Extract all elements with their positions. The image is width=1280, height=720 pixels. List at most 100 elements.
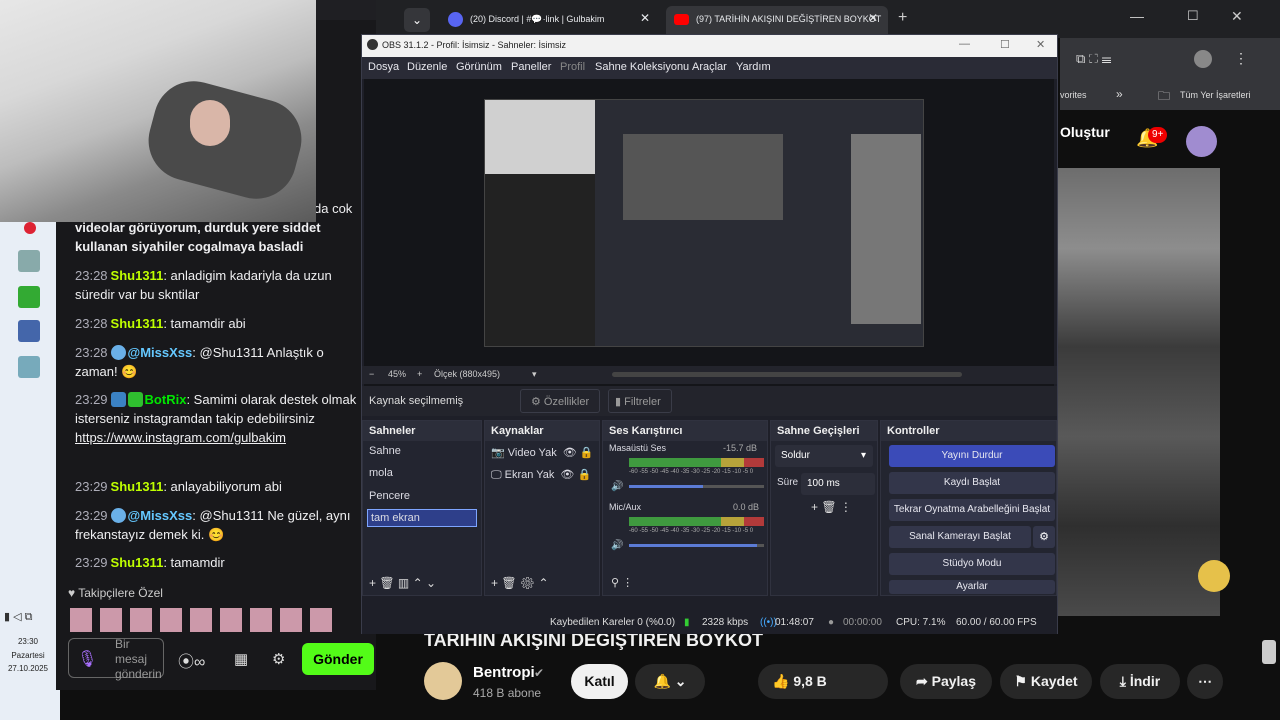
settings-icon[interactable]: ⚙	[272, 650, 285, 668]
send-button[interactable]: Gönder	[302, 643, 374, 675]
mic-speaker-icon[interactable]: 🔊	[611, 540, 623, 551]
instagram-link[interactable]: https://www.instagram.com/gulbakim	[75, 430, 286, 445]
minimize-icon[interactable]: —	[959, 38, 970, 50]
obs-preview[interactable]	[364, 79, 1054, 404]
chat-message: 23:29 @MissXss: @Shu1311 Ne güzel, aynı f…	[75, 508, 351, 542]
share-button[interactable]: ➦ Paylaş	[900, 664, 992, 699]
bookmark-item[interactable]: vorites	[1060, 90, 1087, 100]
app-icon-disk[interactable]	[18, 356, 40, 378]
source-item[interactable]: 📷 Video Yak 👁 🔒	[491, 446, 593, 459]
source-toolbar-icons[interactable]: + 🗑 ⚙ ⌃	[491, 576, 549, 590]
menu-scene-collection[interactable]: Sahne Koleksiyonu	[595, 61, 689, 73]
menu-tools[interactable]: Araçlar	[692, 61, 727, 73]
bookmarks-bar: vorites » 🗀 Tüm Yer İşaretleri	[1060, 80, 1280, 110]
mixer-toolbar-icons[interactable]: ⚲ ⋮	[611, 576, 633, 589]
start-recording-button[interactable]: Kaydı Başlat	[889, 472, 1055, 494]
app-icon-notes[interactable]	[18, 250, 40, 272]
eye-icon[interactable]: 👁	[563, 447, 577, 459]
store-icon[interactable]: ▦	[234, 650, 248, 668]
lock-icon[interactable]: 🔒	[580, 447, 594, 459]
side-icon[interactable]	[1262, 640, 1276, 664]
all-bookmarks[interactable]: Tüm Yer İşaretleri	[1180, 90, 1251, 100]
chat-message-overflow: da cok	[314, 201, 353, 216]
filters-button[interactable]: ▮ Filtreler	[608, 389, 672, 413]
meter-scale: -60 -55 -50 -45 -40 -35 -30 -25 -20 -15 …	[629, 469, 754, 475]
source-item[interactable]: 🖵 Ekran Yak 👁 🔒	[491, 468, 591, 482]
minimize-icon[interactable]: —	[1130, 8, 1144, 24]
download-button[interactable]: ⤓ İndir	[1100, 664, 1180, 699]
close-icon[interactable]: ✕	[640, 11, 650, 25]
new-tab-icon[interactable]: +	[898, 9, 907, 27]
like-icon: 👍	[772, 673, 794, 689]
zoom-in-icon[interactable]: +	[417, 369, 422, 379]
obs-titlebar: OBS 31.1.2 - Profil: İsimsiz - Sahneler:…	[362, 35, 1057, 57]
preview-capture	[484, 99, 924, 347]
app-icon-red[interactable]	[24, 222, 36, 234]
menu-help[interactable]: Yardım	[736, 61, 771, 73]
scene-item[interactable]: mola	[369, 467, 393, 479]
preview-scrollbar[interactable]	[612, 372, 962, 377]
speaker-icon[interactable]: ▮ ◁ ⧉	[4, 610, 32, 624]
virtual-camera-button[interactable]: Sanal Kamerayı Başlat	[889, 526, 1031, 548]
account-avatar[interactable]	[1186, 126, 1217, 157]
menu-icon[interactable]: ⋮	[1234, 50, 1248, 67]
more-actions-button[interactable]: ⋯	[1187, 664, 1223, 699]
gear-icon[interactable]: ⚙	[1033, 526, 1055, 548]
emote-row[interactable]	[70, 608, 340, 632]
menu-view[interactable]: Görünüm	[456, 61, 502, 73]
stop-stream-button[interactable]: Yayını Durdur	[889, 445, 1055, 467]
app-icon-monitor[interactable]	[18, 320, 40, 342]
transition-select[interactable]: Soldur ▾	[775, 445, 873, 467]
extension-icon[interactable]: ⧉ ⛶ ☰	[1076, 51, 1111, 67]
scene-toolbar-icons[interactable]: + 🗑 ▥ ⌃ ⌄	[369, 576, 436, 590]
close-icon[interactable]: ✕	[1036, 38, 1045, 51]
mic-volume-slider[interactable]	[629, 544, 764, 547]
chevron-down-icon[interactable]: ▾	[532, 369, 537, 380]
close-window-icon[interactable]: ✕	[1231, 8, 1243, 25]
desktop-volume-slider[interactable]	[629, 485, 764, 488]
menu-file[interactable]: Dosya	[368, 61, 399, 73]
zoom-out-icon[interactable]: −	[369, 369, 374, 379]
channel-name[interactable]: Bentropi	[473, 664, 535, 681]
menu-profile[interactable]: Profil	[560, 61, 585, 73]
settings-button[interactable]: Ayarlar	[889, 580, 1055, 594]
scene-item-selected[interactable]: tam ekran	[367, 509, 477, 527]
chevron-right-icon[interactable]: »	[1116, 87, 1123, 101]
transition-toolbar-icons[interactable]: + 🗑 ⋮	[811, 500, 852, 514]
scene-item[interactable]: Sahne	[369, 445, 401, 457]
duration-input[interactable]: 100 ms	[801, 473, 875, 495]
mic-icon[interactable]: 🎙	[77, 649, 97, 669]
channel-avatar[interactable]	[424, 662, 462, 700]
create-button[interactable]: Oluştur	[1060, 124, 1110, 140]
zoom-level: 45%	[388, 369, 407, 379]
speaker-icon[interactable]: 🔊	[611, 481, 623, 492]
tab-youtube[interactable]: (97) TARİHİN AKIŞINI DEĞİŞTİREN BOYKOT ✕	[666, 6, 888, 34]
scene-item[interactable]: Pencere	[369, 490, 410, 502]
menu-docks[interactable]: Paneller	[511, 61, 551, 73]
tab-search-icon[interactable]: ⌄	[404, 8, 430, 32]
tab-discord[interactable]: (20) Discord | #💬·link | Gulbakim ✕	[440, 6, 660, 34]
save-button[interactable]: ⚑ Kaydet	[1000, 664, 1092, 699]
notification-badge: 9+	[1148, 127, 1168, 143]
maximize-icon[interactable]: ☐	[1000, 38, 1010, 51]
preview-nested	[623, 134, 783, 220]
followers-only-label: ♥ Takipçilere Özel	[68, 586, 163, 600]
like-button[interactable]: 👍 9,8 B	[758, 664, 888, 699]
close-icon[interactable]: ✕	[868, 11, 878, 25]
menu-edit[interactable]: Düzenle	[407, 61, 447, 73]
maximize-icon[interactable]: ☐	[1187, 8, 1199, 24]
emote-icon[interactable]: ⦿∞	[178, 648, 205, 672]
notify-bell-button[interactable]: 🔔 ⌄	[635, 664, 705, 699]
studio-mode-button[interactable]: Stüdyo Modu	[889, 553, 1055, 575]
eye-icon[interactable]: 👁	[560, 469, 574, 481]
lock-icon[interactable]: 🔒	[577, 469, 591, 481]
replay-buffer-button[interactable]: Tekrar Oynatma Arabelleğini Başlat	[889, 499, 1055, 521]
properties-button[interactable]: ⚙ Özellikler	[520, 389, 600, 413]
chat-input[interactable]: 🎙 Bir mesaj gönderin	[68, 637, 164, 681]
join-button[interactable]: Katıl	[571, 664, 628, 699]
profile-avatar[interactable]	[1194, 50, 1212, 68]
obs-logo-icon	[367, 39, 378, 50]
chat-message: 23:28 Shu1311: anladigim kadariyla da uzu…	[75, 268, 332, 302]
app-icon-green[interactable]	[18, 286, 40, 308]
chevron-down-icon: ▾	[861, 450, 867, 461]
